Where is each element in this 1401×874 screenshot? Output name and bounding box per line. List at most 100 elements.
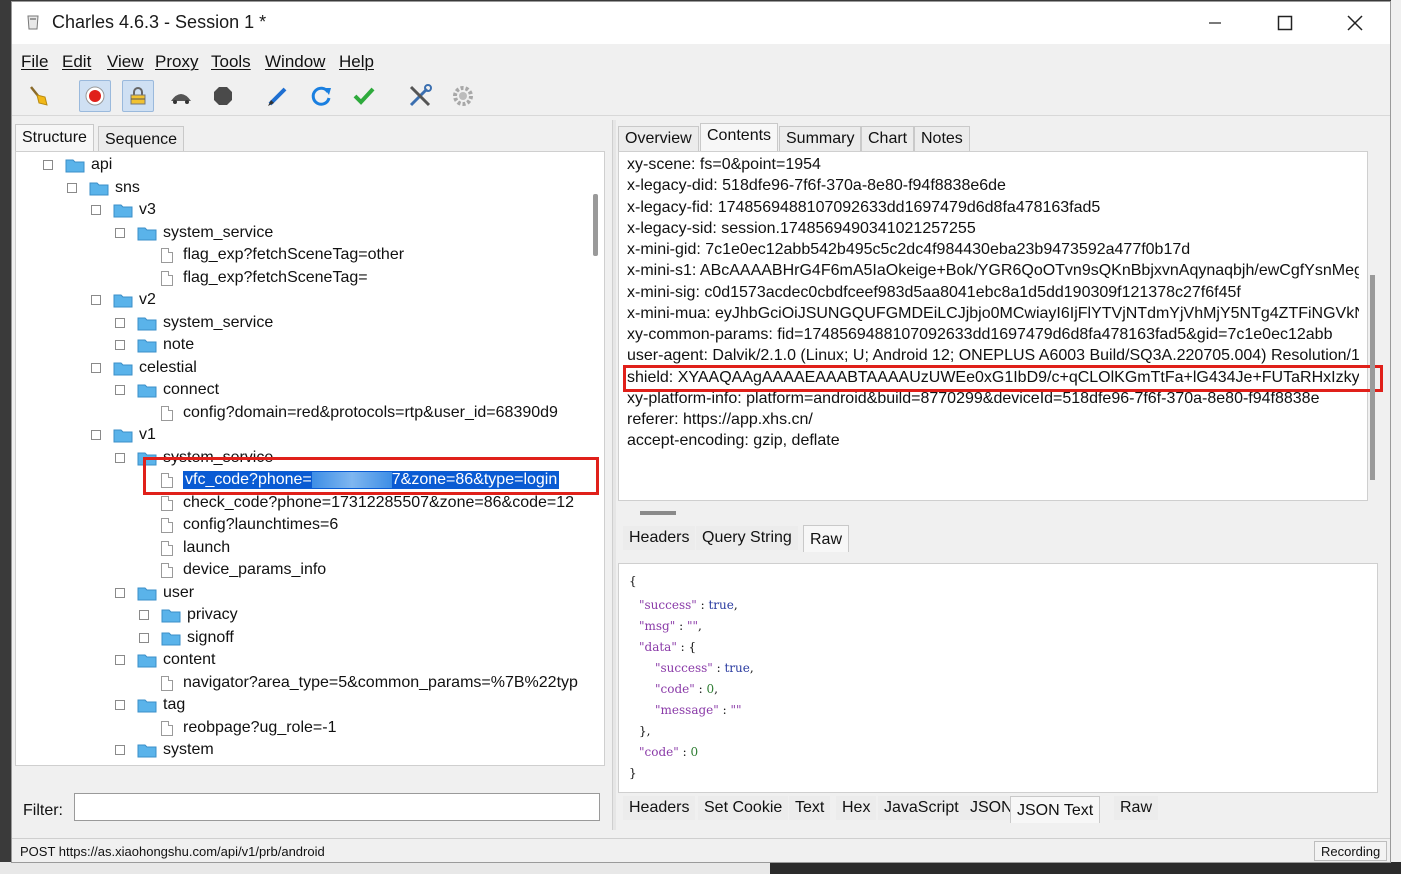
maximize-button[interactable] (1262, 2, 1308, 44)
response-tab-raw[interactable]: Raw (1114, 796, 1159, 820)
menu-edit[interactable]: Edit (62, 52, 91, 72)
response-tab-headers[interactable]: Headers (623, 796, 696, 820)
tree-node[interactable]: v3 (91, 199, 156, 221)
breakpoints-button[interactable] (207, 80, 239, 112)
tab-summary[interactable]: Summary (779, 126, 862, 151)
menu-help[interactable]: Help (339, 52, 374, 72)
header-line: x-mini-gid: 7c1e0ec12abb542b495c5c2dc4f9… (627, 241, 1191, 258)
expand-toggle[interactable] (43, 160, 53, 170)
tree-node[interactable]: reobpage?ug_role=-1 (161, 717, 336, 739)
response-tab-json-text[interactable]: JSON Text (1010, 796, 1101, 823)
validate-button[interactable] (348, 80, 380, 112)
tab-chart[interactable]: Chart (861, 126, 915, 151)
expand-toggle[interactable] (115, 228, 125, 238)
headers-horizontal-scrollbar[interactable] (640, 511, 676, 515)
header-line: xy-scene: fs=0&point=1954 (627, 156, 821, 173)
menu-view[interactable]: View (107, 52, 144, 72)
filter-input[interactable] (74, 793, 600, 821)
tree-node[interactable]: privacy (139, 604, 238, 626)
expand-toggle[interactable] (91, 363, 101, 373)
response-tab-javascript[interactable]: JavaScript (878, 796, 965, 820)
tree-node[interactable]: config?domain=red&protocols=rtp&user_id=… (161, 402, 558, 424)
folder-icon (113, 362, 133, 375)
tree-node[interactable]: v2 (91, 289, 156, 311)
expand-toggle[interactable] (115, 745, 125, 755)
tab-sequence[interactable]: Sequence (98, 126, 185, 153)
expand-toggle[interactable] (91, 430, 101, 440)
tree-node[interactable]: navigator?area_type=5&common_params=%7B%… (161, 672, 578, 694)
charles-window: Charles 4.6.3 - Session 1 * File Edit Vi… (11, 1, 1391, 863)
tree-node[interactable]: connect (115, 379, 219, 401)
tab-notes[interactable]: Notes (914, 126, 970, 151)
folder-icon (113, 204, 133, 217)
menu-window[interactable]: Window (265, 52, 325, 72)
expand-toggle[interactable] (115, 453, 125, 463)
minimize-button[interactable] (1192, 2, 1238, 44)
header-line: accept-encoding: gzip, deflate (627, 432, 840, 449)
expand-toggle[interactable] (139, 633, 149, 643)
tree-node[interactable]: config?launchtimes=6 (161, 514, 338, 536)
expand-toggle[interactable] (91, 295, 101, 305)
record-button[interactable] (79, 80, 111, 112)
tree-node[interactable]: sns (67, 177, 140, 199)
tree-node[interactable]: content (115, 649, 215, 671)
tree-node[interactable]: system_service (115, 312, 273, 334)
tree-node[interactable]: note (115, 334, 194, 356)
tree-vertical-scrollbar[interactable] (593, 194, 598, 256)
expand-toggle[interactable] (115, 588, 125, 598)
tree-node[interactable]: system_service (115, 222, 273, 244)
tree-node[interactable]: user (115, 582, 194, 604)
throttle-button[interactable] (165, 80, 197, 112)
expand-toggle[interactable] (139, 610, 149, 620)
tree-node[interactable]: tag (115, 694, 185, 716)
expand-toggle[interactable] (115, 700, 125, 710)
request-tab-headers[interactable]: Headers (623, 526, 696, 550)
tab-structure[interactable]: Structure (15, 124, 94, 151)
file-icon (161, 517, 173, 533)
headers-vertical-scrollbar[interactable] (1370, 275, 1375, 480)
expand-toggle[interactable] (115, 655, 125, 665)
menu-tools[interactable]: Tools (211, 52, 251, 72)
expand-toggle[interactable] (115, 340, 125, 350)
json-brace: } (629, 766, 637, 780)
folder-icon (65, 159, 85, 172)
request-tab-raw[interactable]: Raw (803, 525, 850, 552)
details-panel: Overview Contents Summary Chart Notes xy… (618, 120, 1388, 830)
response-tab-hex[interactable]: Hex (836, 796, 877, 820)
tree-node[interactable]: flag_exp?fetchSceneTag=other (161, 244, 404, 266)
expand-toggle[interactable] (115, 318, 125, 328)
panel-splitter[interactable] (612, 120, 616, 830)
expand-toggle[interactable] (67, 183, 77, 193)
response-tab-text[interactable]: Text (789, 796, 831, 820)
compose-button[interactable] (262, 80, 294, 112)
tree-node[interactable]: celestial (91, 357, 197, 379)
header-line: x-legacy-fid: 1748569488107092633dd16974… (627, 199, 1101, 216)
tree-node[interactable]: flag_exp?fetchSceneTag= (161, 267, 368, 289)
settings-button[interactable] (447, 80, 479, 112)
clear-session-button[interactable] (22, 80, 54, 112)
tree-node[interactable]: api (43, 154, 112, 176)
tab-contents[interactable]: Contents (700, 123, 779, 151)
menu-proxy[interactable]: Proxy (155, 52, 198, 72)
ssl-proxying-button[interactable] (122, 80, 154, 112)
file-icon (161, 720, 173, 736)
folder-icon (137, 317, 157, 330)
tree-node[interactable]: v1 (91, 424, 156, 446)
response-tab-set-cookie[interactable]: Set Cookie (698, 796, 789, 820)
tab-overview[interactable]: Overview (618, 126, 699, 151)
minimize-icon (1209, 22, 1221, 24)
expand-toggle[interactable] (115, 385, 125, 395)
tree-node[interactable]: check_code?phone=17312285507&zone=86&cod… (161, 492, 574, 514)
tree-node[interactable]: device_params_info (161, 559, 326, 581)
tools-button[interactable] (404, 80, 436, 112)
menu-file[interactable]: File (21, 52, 48, 72)
tree-node[interactable]: system (115, 739, 214, 761)
request-tab-query-string[interactable]: Query String (696, 526, 798, 550)
expand-toggle[interactable] (91, 205, 101, 215)
tree-node[interactable]: signoff (139, 627, 234, 649)
tree-node[interactable]: launch (161, 537, 230, 559)
recording-indicator[interactable]: Recording (1314, 841, 1388, 861)
json-line: "message" : "" (655, 703, 742, 717)
close-button[interactable] (1332, 2, 1378, 44)
repeat-button[interactable] (305, 80, 337, 112)
